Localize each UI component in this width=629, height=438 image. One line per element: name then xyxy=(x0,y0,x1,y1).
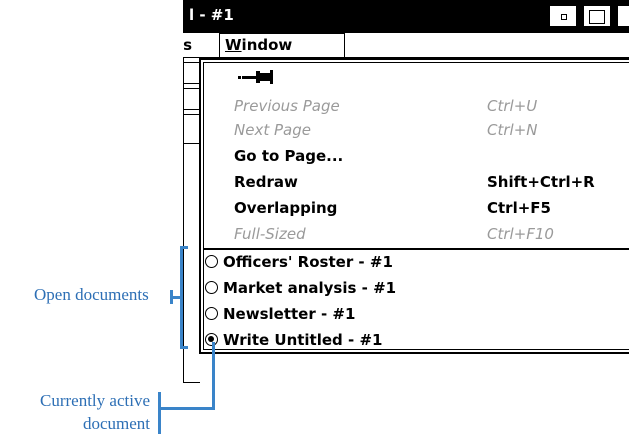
pushpin-icon[interactable] xyxy=(236,68,276,86)
menu-item-go-to-page[interactable]: Go to Page... xyxy=(234,145,343,167)
annotation-active-line2: document xyxy=(82,414,150,433)
window-control-button[interactable] xyxy=(617,5,629,27)
shortcut-full-sized: Ctrl+F10 xyxy=(487,225,554,243)
menu-item-previous-page[interactable]: Previous Page xyxy=(234,95,340,117)
annotation-connector xyxy=(160,407,215,410)
annotation-bracket-top xyxy=(180,246,188,249)
annotation-open-documents: Open documents xyxy=(34,285,149,304)
document-item-write-untitled[interactable]: Write Untitled - #1 xyxy=(205,328,382,352)
ruler-box xyxy=(184,88,200,110)
document-label: Market analysis - #1 xyxy=(223,279,397,297)
menu-item-redraw[interactable]: Redraw xyxy=(234,171,298,193)
menu-bar: es Window xyxy=(183,33,629,58)
menu-window[interactable]: Window xyxy=(219,33,345,57)
window-title: l - #1 xyxy=(189,6,234,24)
annotation-tick xyxy=(158,392,161,434)
window-menu-dropdown: Previous Page Ctrl+U Next Page Ctrl+N Go… xyxy=(199,58,629,354)
radio-unselected-icon xyxy=(205,281,218,294)
menu-item-full-sized[interactable]: Full-Sized xyxy=(234,223,306,245)
shortcut-overlapping: Ctrl+F5 xyxy=(487,199,551,217)
shortcut-redraw: Shift+Ctrl+R xyxy=(487,173,595,191)
shortcut-previous-page: Ctrl+U xyxy=(487,97,538,115)
menu-item-next-page[interactable]: Next Page xyxy=(234,119,311,141)
radio-unselected-icon xyxy=(205,307,218,320)
ruler-box xyxy=(184,62,200,84)
menu-window-accel: W xyxy=(225,36,242,54)
annotation-active-line1: Currently active xyxy=(40,391,150,410)
document-item-newsletter[interactable]: Newsletter - #1 xyxy=(205,302,355,326)
document-label: Newsletter - #1 xyxy=(223,305,356,323)
document-label: Write Untitled - #1 xyxy=(223,331,383,349)
annotation-connector xyxy=(172,296,180,299)
annotation-pointer xyxy=(212,342,215,410)
document-item-market-analysis[interactable]: Market analysis - #1 xyxy=(205,276,396,300)
window-title-bar[interactable]: l - #1 xyxy=(183,0,629,33)
shortcut-next-page: Ctrl+N xyxy=(487,121,538,139)
menu-window-label: indow xyxy=(241,36,293,54)
radio-unselected-icon xyxy=(205,255,218,268)
background-window-edge xyxy=(183,58,200,383)
maximize-button[interactable] xyxy=(583,5,611,27)
menu-item-overlapping[interactable]: Overlapping xyxy=(234,197,337,219)
document-label: Officers' Roster - #1 xyxy=(223,253,393,271)
menu-item-partial[interactable]: es xyxy=(183,33,214,57)
ruler-box xyxy=(184,114,200,144)
minimize-button[interactable] xyxy=(549,5,577,27)
annotation-bracket-bottom xyxy=(180,346,188,349)
annotation-bracket xyxy=(180,246,183,349)
document-item-officers-roster[interactable]: Officers' Roster - #1 xyxy=(205,250,393,274)
